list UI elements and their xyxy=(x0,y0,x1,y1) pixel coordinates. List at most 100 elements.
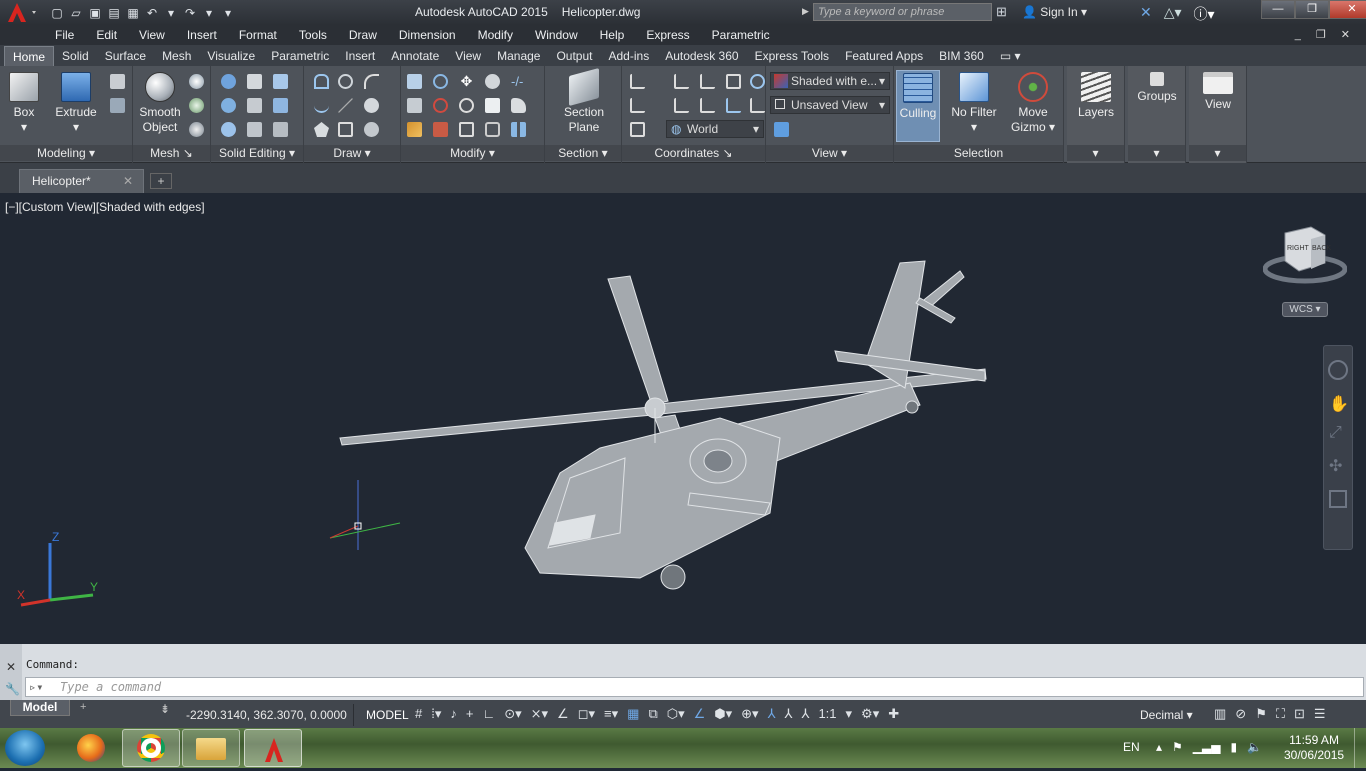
slice-icon[interactable] xyxy=(247,98,262,113)
ucs-view-icon[interactable] xyxy=(726,74,741,89)
ellipse-icon[interactable] xyxy=(364,122,379,137)
annotation-scale-value[interactable]: 1:1 xyxy=(818,706,836,722)
save-icon[interactable]: ▣ xyxy=(88,6,102,20)
new-icon[interactable]: ▢ xyxy=(50,6,64,20)
section-plane-button[interactable]: Section Plane xyxy=(559,67,609,135)
ucs-previous-icon[interactable] xyxy=(630,98,645,113)
extract-edges-icon[interactable] xyxy=(273,74,288,89)
snap-icon[interactable]: ⁞▾ xyxy=(431,706,441,722)
move-icon[interactable]: ✥ xyxy=(459,74,474,89)
viewcube-back-face[interactable]: BACK xyxy=(1312,245,1331,252)
close-button[interactable]: ✕ xyxy=(1329,0,1366,19)
3d-move-icon[interactable] xyxy=(433,74,448,89)
annotation-monitor-icon[interactable]: ✚ xyxy=(888,706,899,722)
customization-icon[interactable]: ☰ xyxy=(1314,706,1326,722)
quick-properties-icon[interactable]: ▥ xyxy=(1214,706,1226,722)
show-desktop-button[interactable] xyxy=(1354,728,1366,768)
model-space-button[interactable]: MODEL xyxy=(362,704,413,726)
menu-edit[interactable]: Edit xyxy=(85,28,128,42)
offset-icon[interactable] xyxy=(511,98,526,113)
steering-wheel-icon[interactable] xyxy=(1328,360,1348,380)
polar-tracking-icon[interactable]: ⊙▾ xyxy=(504,706,521,722)
language-indicator[interactable]: EN xyxy=(1123,740,1140,754)
viewcube-right-face[interactable]: RIGHT xyxy=(1287,245,1309,252)
tab-visualize[interactable]: Visualize xyxy=(199,46,263,66)
ortho-icon[interactable]: ∟ xyxy=(482,706,495,722)
viewport-config-icon[interactable] xyxy=(774,122,789,137)
tab-bim-360[interactable]: BIM 360 xyxy=(931,46,992,66)
command-close-icon[interactable]: ✕ xyxy=(6,660,16,674)
polysolid-icon[interactable] xyxy=(110,98,125,113)
panel-draw-label[interactable]: Draw ▾ xyxy=(304,145,400,161)
object-snap-icon[interactable]: ◻▾ xyxy=(578,706,595,722)
groups-button[interactable]: Groups xyxy=(1132,72,1182,104)
ucs-world-dropdown[interactable]: ◍ World ▾ xyxy=(666,120,764,138)
a360-icon[interactable]: △▾ xyxy=(1164,4,1182,24)
menu-parametric[interactable]: Parametric xyxy=(701,28,781,42)
drawing-viewport[interactable]: [−][Custom View][Shaded with edges] Z Y … xyxy=(0,193,1366,644)
command-customize-icon[interactable]: 🔧 xyxy=(5,682,20,696)
panel-mesh-label[interactable]: Mesh ↘ xyxy=(133,145,210,161)
auto-scale-icon[interactable]: ⅄ xyxy=(785,706,793,722)
intersect-icon[interactable] xyxy=(221,122,236,137)
gizmo-status-icon[interactable]: ⊕▾ xyxy=(741,706,758,722)
groups-expand[interactable]: ▾ xyxy=(1128,145,1185,161)
ucs-y-icon[interactable] xyxy=(700,98,715,113)
3d-align-icon[interactable] xyxy=(433,98,448,113)
tab-add-ins[interactable]: Add-ins xyxy=(601,46,658,66)
plot-icon[interactable]: ▦ xyxy=(126,6,140,20)
tab-parametric[interactable]: Parametric xyxy=(263,46,337,66)
menu-modify[interactable]: Modify xyxy=(467,28,524,42)
layers-expand[interactable]: ▾ xyxy=(1067,145,1124,161)
polyline-icon[interactable] xyxy=(338,74,353,89)
fillet-edge-icon[interactable] xyxy=(407,74,422,89)
tab-view[interactable]: View xyxy=(447,46,489,66)
menu-express[interactable]: Express xyxy=(635,28,700,42)
maximize-button[interactable]: ❐ xyxy=(1295,0,1329,19)
menu-file[interactable]: File xyxy=(44,28,85,42)
showmotion-icon[interactable] xyxy=(1329,490,1347,508)
ucs-world-icon[interactable] xyxy=(700,74,715,89)
hardware-acceleration-icon[interactable]: ⛶ xyxy=(1276,706,1285,722)
menu-draw[interactable]: Draw xyxy=(338,28,388,42)
menu-format[interactable]: Format xyxy=(228,28,288,42)
separate-icon[interactable] xyxy=(273,122,288,137)
lock-ui-icon[interactable]: ⊘ xyxy=(1235,706,1246,722)
infer-constraints-icon[interactable]: ♪ xyxy=(450,706,457,722)
autocad-taskbar-icon[interactable] xyxy=(244,729,302,767)
visual-style-dropdown[interactable]: Shaded with e... ▾ xyxy=(770,72,890,90)
smooth-object-button[interactable]: Smooth Object xyxy=(136,72,184,135)
panel-modify-label[interactable]: Modify ▾ xyxy=(401,145,544,161)
orbit-icon[interactable]: ✣ xyxy=(1329,456,1347,476)
close-tab-icon[interactable]: ✕ xyxy=(123,170,133,192)
mesh-smooth-more-icon[interactable] xyxy=(189,74,204,89)
fillet-icon[interactable] xyxy=(407,98,422,113)
3d-osnap-icon[interactable]: ⬡▾ xyxy=(667,706,685,722)
grid-icon[interactable]: # xyxy=(415,706,422,722)
pan-icon[interactable]: ✋ xyxy=(1329,394,1349,414)
extrude-button[interactable]: Extrude ▾ xyxy=(52,72,100,135)
thicken-icon[interactable] xyxy=(247,122,262,137)
network-signal-icon[interactable]: ▁▃▅ xyxy=(1193,740,1221,754)
extrude-faces-icon[interactable] xyxy=(273,98,288,113)
viewcube[interactable]: RIGHT BACK xyxy=(1262,225,1348,285)
selection-cycling-icon[interactable]: ⧉ xyxy=(648,706,657,722)
ribbon-options-icon[interactable]: ▭ ▾ xyxy=(992,46,1029,66)
redo-icon[interactable]: ↷ xyxy=(183,6,197,20)
search-expand-icon[interactable]: ▶ xyxy=(802,6,809,17)
mesh-refine-icon[interactable] xyxy=(189,122,204,137)
add-layout-icon[interactable]: + xyxy=(80,701,86,713)
help-icon[interactable]: ⓘ▾ xyxy=(1194,4,1215,24)
ucs-3point-icon[interactable] xyxy=(750,98,765,113)
view-tools-button[interactable]: View xyxy=(1195,72,1241,112)
dynamic-input-icon[interactable]: + xyxy=(466,706,474,722)
chrome-taskbar-icon[interactable] xyxy=(122,729,180,767)
3d-rotate-icon[interactable] xyxy=(485,74,500,89)
zoom-extents-icon[interactable]: ⤢ xyxy=(1329,424,1347,442)
polygon-icon[interactable] xyxy=(314,122,329,137)
tab-solid[interactable]: Solid xyxy=(54,46,97,66)
saved-view-dropdown[interactable]: Unsaved View ▾ xyxy=(770,96,890,114)
units-button[interactable]: Decimal ▾ xyxy=(1140,704,1193,726)
menu-dimension[interactable]: Dimension xyxy=(388,28,467,42)
ucs-named-icon[interactable] xyxy=(674,74,689,89)
